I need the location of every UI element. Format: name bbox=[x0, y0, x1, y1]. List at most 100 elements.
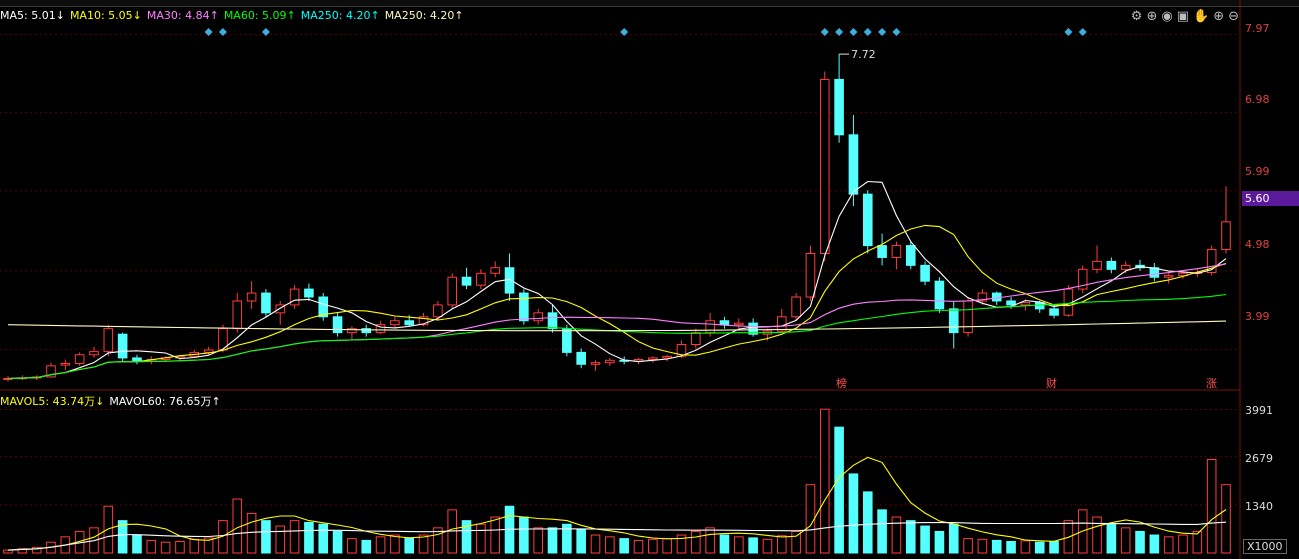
candle-body bbox=[289, 288, 300, 306]
volume-bar bbox=[590, 534, 601, 554]
volume-bar bbox=[103, 505, 114, 554]
volume-bar bbox=[848, 473, 859, 554]
candle-body bbox=[547, 312, 558, 330]
volume-bar bbox=[1149, 534, 1160, 554]
event-marker-finance[interactable]: 财 bbox=[1046, 375, 1057, 391]
volume-bar bbox=[819, 408, 830, 554]
candle-body bbox=[776, 316, 787, 332]
volume-bar bbox=[576, 529, 586, 554]
signal-diamond bbox=[892, 28, 901, 36]
signal-diamond bbox=[261, 28, 270, 36]
candle-body bbox=[74, 354, 85, 364]
candle-body bbox=[404, 320, 415, 326]
volume-bar bbox=[490, 516, 500, 554]
candle-body bbox=[991, 292, 1002, 302]
candle-body bbox=[963, 300, 973, 334]
candle-body bbox=[934, 280, 945, 310]
volume-tick-1: 3991 bbox=[1245, 404, 1273, 417]
volume-bar bbox=[1106, 523, 1117, 554]
ma250-line bbox=[7, 320, 1227, 332]
volume-bar bbox=[691, 530, 701, 554]
volume-tick-3: 1340 bbox=[1245, 500, 1273, 513]
candle-body bbox=[805, 252, 816, 298]
candle-body bbox=[719, 320, 730, 326]
event-marker-limit[interactable]: 涨 bbox=[1206, 375, 1217, 391]
candle-body bbox=[246, 292, 257, 302]
candle-body bbox=[232, 300, 243, 330]
volume-bar bbox=[1163, 536, 1174, 554]
kline-chart[interactable]: 7.72 bbox=[0, 0, 1299, 559]
volume-bar bbox=[1135, 530, 1145, 554]
volume-bar bbox=[1178, 534, 1188, 554]
candle-body bbox=[877, 245, 887, 258]
volume-bar bbox=[189, 538, 200, 554]
candle-body bbox=[1120, 264, 1131, 270]
volume-bar bbox=[1120, 527, 1131, 554]
volume-bar bbox=[762, 538, 773, 554]
volume-bar bbox=[1221, 484, 1231, 554]
volume-bar bbox=[1006, 540, 1016, 554]
candle-body bbox=[1163, 275, 1174, 278]
candle-body bbox=[476, 272, 486, 286]
event-marker-rank[interactable]: 榜 bbox=[836, 375, 847, 391]
volume-bar bbox=[891, 516, 902, 554]
volume-unit-label: X1000 bbox=[1243, 539, 1287, 554]
candle-body bbox=[1020, 302, 1031, 306]
candle-body bbox=[705, 320, 715, 334]
volume-bar bbox=[519, 516, 529, 554]
candle-body bbox=[519, 292, 529, 322]
candle-body bbox=[590, 362, 601, 365]
volume-bar bbox=[533, 527, 543, 554]
volume-bar bbox=[3, 549, 13, 554]
volume-bar bbox=[1049, 540, 1059, 554]
volume-bar bbox=[920, 525, 930, 554]
candle-body bbox=[662, 355, 672, 359]
volume-bar bbox=[862, 491, 873, 554]
volume-bar bbox=[662, 538, 672, 554]
volume-bar bbox=[1206, 459, 1217, 554]
candle-body bbox=[819, 78, 830, 254]
candle-body bbox=[533, 312, 543, 322]
volume-bar bbox=[304, 521, 314, 554]
volume-bar bbox=[347, 538, 357, 554]
volume-bar bbox=[963, 538, 973, 554]
candle-body bbox=[648, 357, 658, 361]
volume-bar bbox=[776, 535, 787, 554]
volume-bar bbox=[1192, 530, 1203, 554]
signal-diamond bbox=[878, 28, 887, 36]
volume-bar bbox=[877, 509, 887, 554]
volume-bar bbox=[705, 527, 715, 554]
volume-bar bbox=[160, 541, 171, 554]
candle-body bbox=[60, 362, 71, 366]
price-tick-4: 4.98 bbox=[1245, 238, 1270, 251]
candle-body bbox=[562, 328, 572, 353]
candle-body bbox=[261, 292, 271, 314]
candle-body bbox=[891, 245, 902, 258]
candle-body bbox=[117, 333, 128, 359]
volume-bar bbox=[275, 525, 286, 554]
volume-bar bbox=[834, 426, 844, 554]
candle-body bbox=[862, 193, 873, 247]
volume-bar bbox=[934, 530, 945, 554]
candle-body bbox=[848, 134, 859, 195]
volume-bar bbox=[318, 523, 329, 554]
candle-body bbox=[734, 322, 744, 326]
volume-bar bbox=[648, 538, 658, 554]
candle-body bbox=[1221, 221, 1231, 251]
candle-body bbox=[948, 308, 959, 334]
candle-body bbox=[1049, 308, 1059, 316]
candle-body bbox=[490, 267, 500, 274]
volume-bar bbox=[146, 539, 157, 554]
volume-bar bbox=[361, 539, 372, 554]
volume-bar bbox=[289, 520, 300, 554]
volume-bar bbox=[977, 538, 988, 554]
candle-body bbox=[834, 78, 844, 136]
candle-body bbox=[691, 332, 701, 345]
volume-bar bbox=[1020, 540, 1031, 554]
volume-bar bbox=[375, 536, 386, 554]
volume-bar bbox=[633, 539, 644, 554]
volume-bar bbox=[748, 537, 758, 554]
candle-body bbox=[89, 351, 99, 356]
volume-bar bbox=[175, 540, 185, 554]
candle-body bbox=[461, 276, 472, 286]
